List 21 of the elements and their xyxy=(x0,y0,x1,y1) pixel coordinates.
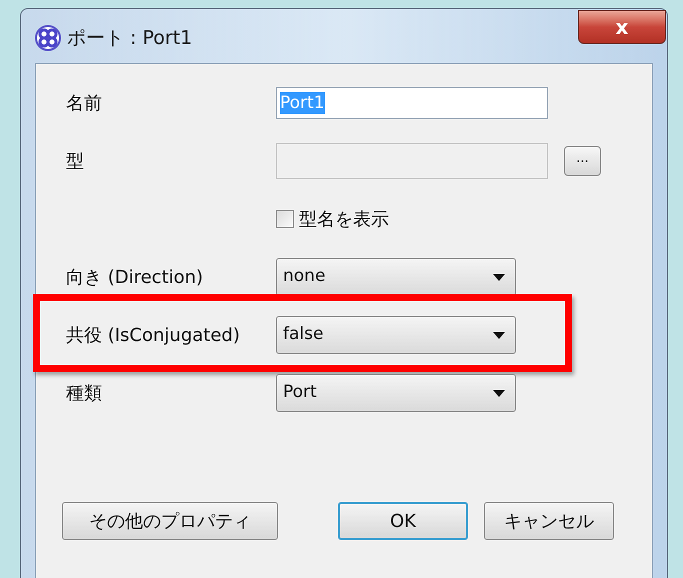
dialog-button[interactable]: キャンセル xyxy=(484,502,614,540)
app-logo-icon xyxy=(35,25,61,52)
dropdown[interactable]: none xyxy=(276,258,516,296)
dialog-button[interactable]: その他のプロパティ xyxy=(62,502,278,540)
dialog-button[interactable]: OK xyxy=(338,502,468,540)
field-label: 共役 (IsConjugated) xyxy=(66,324,240,346)
dropdown-arrow-icon xyxy=(493,332,505,338)
field-label: 名前 xyxy=(66,92,102,114)
type-field[interactable] xyxy=(276,143,548,179)
dropdown-arrow-icon xyxy=(493,390,505,396)
dropdown-arrow-icon xyxy=(493,274,505,280)
field-label: 型 xyxy=(66,150,84,172)
window-title: ポート : Port1 xyxy=(67,26,192,51)
field-label: 種類 xyxy=(66,382,102,404)
dropdown[interactable]: false xyxy=(276,316,516,354)
field-label: 向き (Direction) xyxy=(66,266,204,288)
dropdown[interactable]: Port xyxy=(276,374,516,412)
checkbox-label: 型名を表示 xyxy=(299,208,389,232)
close-button[interactable]: x xyxy=(578,10,666,44)
checkbox[interactable] xyxy=(276,210,294,228)
browse-button[interactable]: ... xyxy=(564,146,601,176)
